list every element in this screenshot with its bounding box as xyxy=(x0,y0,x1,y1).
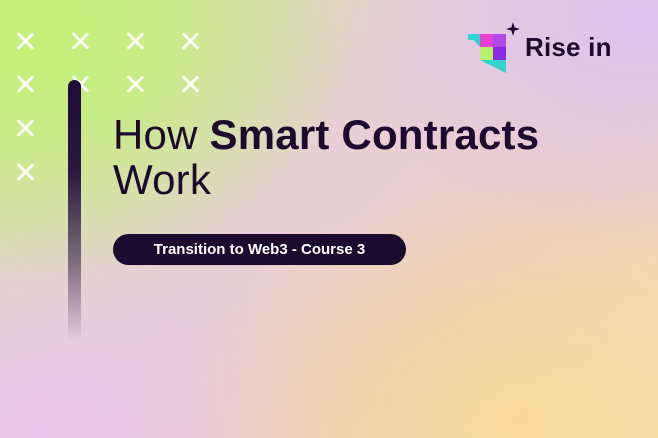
brand-name: Rise in xyxy=(525,32,612,62)
page-title: How Smart Contracts Work xyxy=(113,112,539,202)
brand-logo: Rise in xyxy=(466,20,636,80)
decorative-vertical-bar xyxy=(68,80,81,342)
cross-mark-icon xyxy=(124,73,146,95)
cross-mark-icon xyxy=(179,73,201,95)
cross-mark-icon xyxy=(179,30,201,52)
cross-mark-icon xyxy=(14,30,36,52)
title-line-2: Work xyxy=(113,156,212,203)
title-prefix: How xyxy=(113,111,210,158)
cross-mark-icon xyxy=(124,30,146,52)
cross-mark-icon xyxy=(14,161,36,183)
cross-mark-icon xyxy=(14,117,36,139)
cross-mark-icon xyxy=(69,30,91,52)
cross-mark-icon xyxy=(14,73,36,95)
title-emphasis: Smart Contracts xyxy=(209,111,540,158)
course-badge: Transition to Web3 - Course 3 xyxy=(113,234,406,265)
sparkle-icon xyxy=(506,22,520,36)
course-badge-label: Transition to Web3 - Course 3 xyxy=(153,241,366,258)
thumbnail-canvas: Rise in How Smart Contracts Work Transit… xyxy=(0,0,658,438)
rise-in-logo-icon xyxy=(468,22,520,73)
